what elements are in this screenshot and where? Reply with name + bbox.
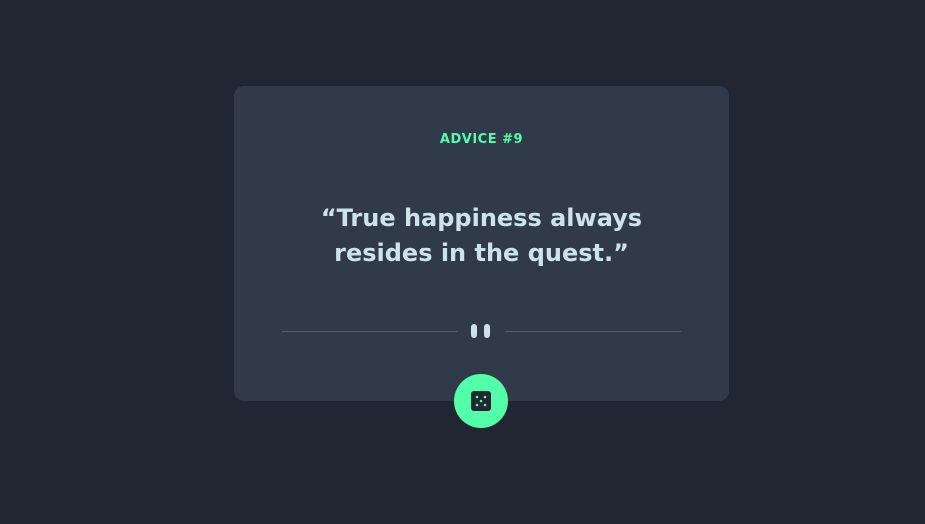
new-advice-button[interactable] xyxy=(454,374,508,428)
pause-icon xyxy=(471,324,491,338)
advice-quote: “True happiness always resides in the qu… xyxy=(320,204,643,267)
advice-id-label: ADVICE #9 xyxy=(439,132,524,147)
divider-line-right xyxy=(505,331,681,332)
dice-icon xyxy=(471,391,491,411)
pattern-divider xyxy=(282,323,681,339)
divider-line-left xyxy=(282,331,458,332)
page: ADVICE #9 “True happiness always resides… xyxy=(0,0,925,524)
advice-card: ADVICE #9 “True happiness always resides… xyxy=(234,86,729,401)
